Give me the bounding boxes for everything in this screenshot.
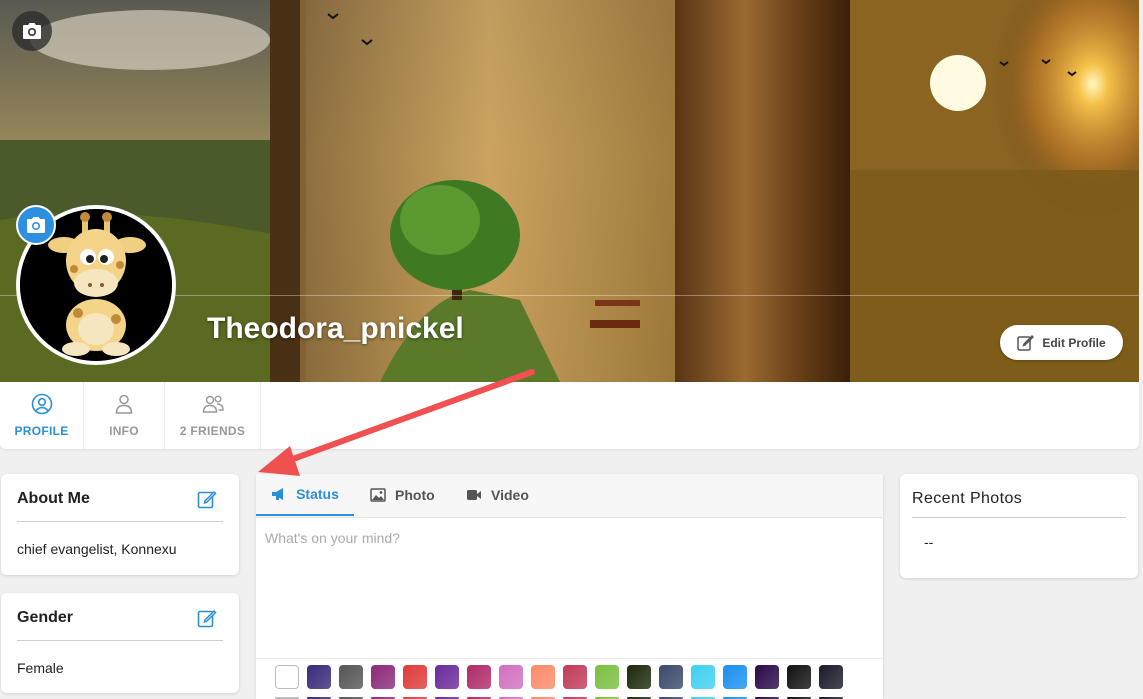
tab-info[interactable]: INFO: [84, 382, 165, 449]
about-me-card: About Me chief evangelist, Konnexu: [1, 474, 239, 575]
background-swatch[interactable]: [787, 665, 811, 689]
user-circle-icon: [31, 393, 52, 415]
megaphone-icon: [272, 488, 284, 500]
tab-status[interactable]: Status: [256, 474, 354, 516]
tab-status-label: Status: [296, 486, 339, 502]
video-camera-icon: [467, 490, 481, 500]
about-me-value: chief evangelist, Konnexu: [17, 541, 177, 557]
background-swatch[interactable]: [371, 665, 395, 689]
gender-value: Female: [17, 660, 64, 676]
edit-gender-button[interactable]: [197, 608, 217, 628]
tab-video[interactable]: Video: [466, 474, 529, 516]
tab-friends-label: 2 FRIENDS: [179, 424, 246, 438]
background-swatch[interactable]: [307, 665, 331, 689]
background-swatch[interactable]: [467, 665, 491, 689]
recent-photos-empty: --: [924, 534, 934, 550]
edit-icon: [1017, 335, 1035, 351]
background-swatch[interactable]: [627, 665, 651, 689]
cover-photo: Theodora_pnickel Edit Profile: [0, 0, 1139, 382]
edit-about-button[interactable]: [197, 489, 217, 509]
about-me-title: About Me: [17, 490, 90, 507]
composer-divider: [256, 658, 883, 659]
background-swatch[interactable]: [755, 665, 779, 689]
camera-icon: [27, 217, 45, 233]
tab-info-label: INFO: [109, 424, 139, 438]
tab-profile-label: PROFILE: [14, 424, 69, 438]
tab-friends[interactable]: 2 FRIENDS: [165, 382, 261, 449]
cover-image: [0, 0, 1139, 382]
background-swatch[interactable]: [659, 665, 683, 689]
background-swatch[interactable]: [531, 665, 555, 689]
edit-icon: [197, 490, 217, 509]
edit-icon: [197, 609, 217, 628]
card-divider: [17, 521, 223, 522]
background-swatch[interactable]: [275, 665, 299, 689]
edit-profile-button[interactable]: Edit Profile: [1000, 325, 1123, 360]
tab-profile[interactable]: PROFILE: [0, 382, 84, 449]
background-swatch[interactable]: [595, 665, 619, 689]
card-divider: [912, 517, 1126, 518]
profile-username: Theodora_pnickel: [207, 312, 464, 345]
gender-title: Gender: [17, 609, 74, 626]
background-swatch[interactable]: [723, 665, 747, 689]
camera-icon: [23, 23, 41, 39]
background-swatch[interactable]: [435, 665, 459, 689]
users-icon: [202, 395, 224, 413]
background-swatch[interactable]: [499, 665, 523, 689]
image-icon: [370, 488, 386, 502]
tab-video-label: Video: [491, 487, 529, 503]
card-divider: [17, 640, 223, 641]
user-icon: [115, 394, 133, 414]
edit-profile-label: Edit Profile: [1042, 335, 1106, 350]
profile-nav: PROFILE INFO 2 FRIENDS: [0, 382, 1139, 449]
background-swatch[interactable]: [691, 665, 715, 689]
post-composer: Status Photo Video: [256, 474, 883, 699]
background-swatch[interactable]: [563, 665, 587, 689]
recent-photos-title: Recent Photos: [912, 490, 1023, 507]
recent-photos-card: Recent Photos --: [900, 474, 1138, 578]
tab-photo-label: Photo: [395, 487, 435, 503]
composer-tabs: Status Photo Video: [256, 474, 883, 518]
background-swatch[interactable]: [403, 665, 427, 689]
tab-photo[interactable]: Photo: [370, 474, 435, 516]
background-swatch[interactable]: [819, 665, 843, 689]
status-input[interactable]: [256, 518, 883, 658]
background-swatch[interactable]: [339, 665, 363, 689]
gender-card: Gender Female: [1, 593, 239, 693]
background-swatches: [275, 665, 843, 689]
change-cover-button[interactable]: [12, 11, 52, 51]
change-avatar-button[interactable]: [16, 205, 56, 245]
